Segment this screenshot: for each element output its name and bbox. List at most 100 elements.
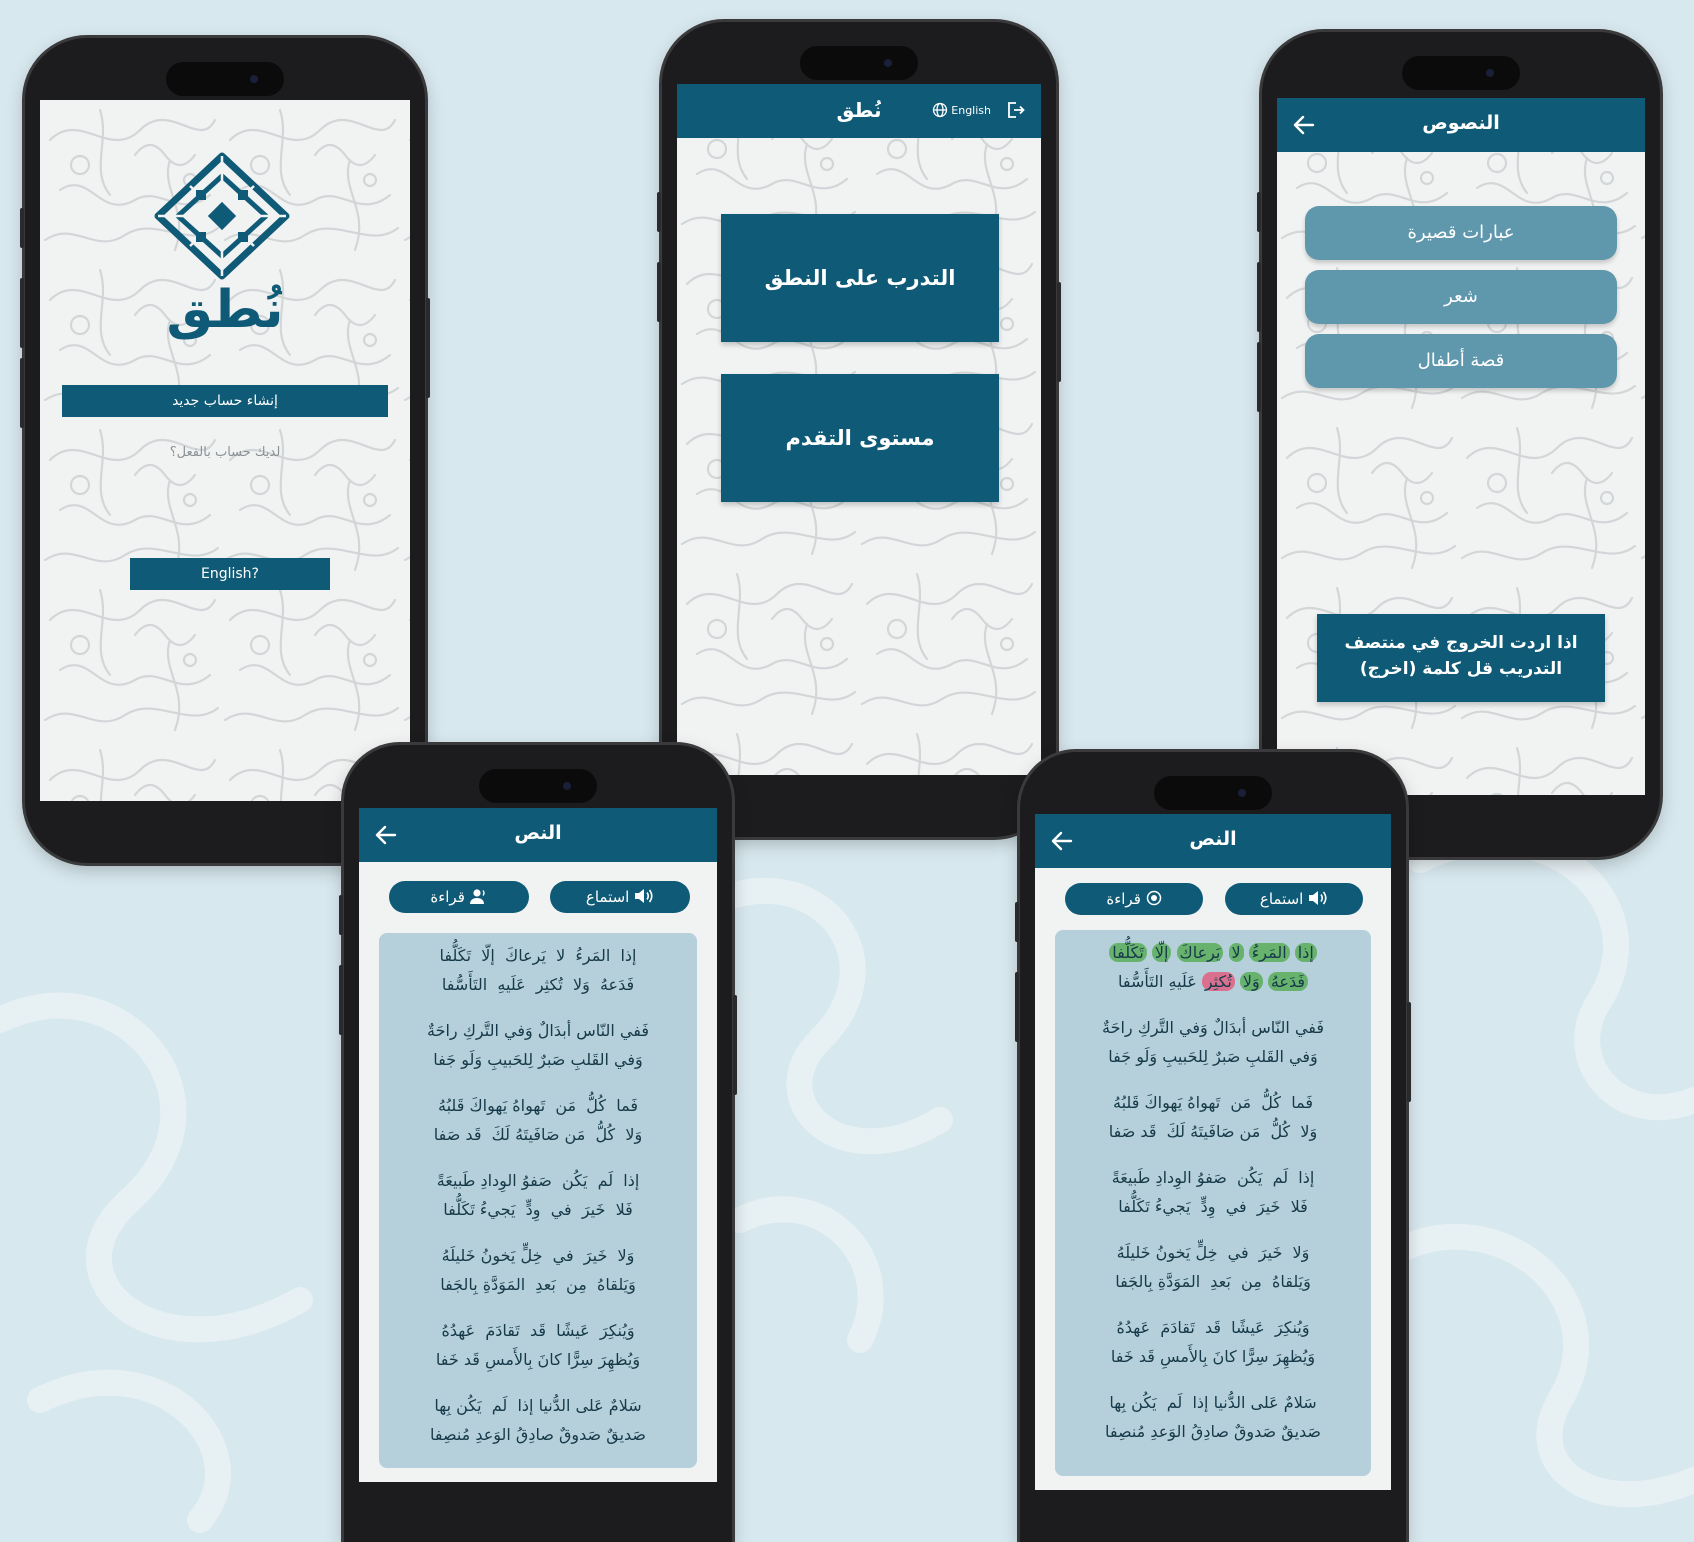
home-app-bar: نُطق English [677, 84, 1041, 138]
poem-line: إذا لَم يَكُن صَفوُ الوِدادِ طَبيعَةً [436, 1171, 640, 1190]
exit-hint-banner: اذا اردت الخروج في منتصف التدريب قل كلمة… [1317, 614, 1605, 702]
phone-texts: النصوص عبارات قصيرة شعر قصة أطفال اذا ار… [1257, 32, 1660, 857]
dynamic-island [800, 46, 918, 80]
globe-icon [933, 102, 948, 118]
poem-stanza: إذا لَم يَكُن صَفوُ الوِدادِ طَبيعَةً فَل… [1055, 1163, 1371, 1221]
progress-button[interactable]: مستوى التقدم [721, 374, 999, 502]
poem-screen: النص قراءة استماع إذا المَرءُ لا يَرعاكَ… [359, 808, 717, 1482]
read-button[interactable]: قراءة [389, 881, 529, 913]
texts-screen: النصوص عبارات قصيرة شعر قصة أطفال اذا ار… [1277, 98, 1645, 795]
side-button [20, 358, 24, 428]
exit-hint-line: اذا اردت الخروج في منتصف [1344, 633, 1578, 653]
create-account-label: إنشاء حساب جديد [172, 393, 278, 409]
english-button[interactable]: English? [130, 558, 330, 590]
side-button [1257, 342, 1261, 412]
side-button [1015, 902, 1019, 942]
side-button [733, 995, 737, 1095]
word-correct: فَدَعهُ [1267, 972, 1308, 991]
category-poetry[interactable]: شعر [1305, 270, 1617, 324]
word-wrong: تُكثِر [1201, 972, 1235, 991]
poem-reading-app-bar: النص [1035, 814, 1391, 868]
login-link[interactable]: لديك حساب بالفعل؟ [40, 445, 410, 460]
progress-label: مستوى التقدم [785, 426, 935, 450]
poem-line: وَلا خَيرَ في خِلٍّ يَخونُ خَليلَهُ [441, 1246, 635, 1265]
poem-line: وَيُنكِرَ عَيشًا قَد تَقادَمَ عَهدُهُ [1116, 1318, 1310, 1337]
category-label: قصة أطفال [1417, 350, 1505, 371]
poem-line: وَلا كُلُّ مَن صَافَيتَهُ لَكَ قَد صَفا [433, 1125, 643, 1144]
read-button[interactable]: قراءة [1065, 883, 1203, 915]
word-correct: تَكَلُّفا [1109, 943, 1147, 962]
side-button [1257, 262, 1261, 332]
language-toggle[interactable]: English [932, 102, 991, 118]
poem-line: إذا لَم يَكُن صَفوُ الوِدادِ طَبيعَةً [1111, 1168, 1315, 1187]
practice-label: التدرب على النطق [764, 266, 956, 290]
poem-stanza: سَلامٌ عَلى الدُّنيا إذا لَم يَكُن بِها ص… [379, 1391, 697, 1449]
poem-line: وَيُظهِرَ سِرًّا كانَ بِالأَمسِ قَد خَفا [435, 1350, 641, 1369]
word-correct: إذا [1294, 943, 1317, 962]
word-correct: وَلا [1239, 972, 1263, 991]
side-button [1257, 192, 1261, 232]
dynamic-island [1154, 776, 1272, 810]
poem-line: وَيُظهِرَ سِرًّا كانَ بِالأَمسِ قَد خَفا [1110, 1347, 1316, 1366]
dynamic-island [166, 62, 284, 96]
poem-line: فَفي النّاس أبدَالٌ وَفي التَّركِ راحَةٌ [427, 1021, 649, 1040]
side-button [1057, 282, 1061, 382]
poem-line: سَلامٌ عَلى الدُّنيا إذا لَم يَكُن بِها [434, 1396, 642, 1415]
listen-button[interactable]: استماع [550, 881, 690, 913]
phone-poem-reading: النص قراءة استماع إذا المَرءُ لا يَرعاكَ… [1015, 752, 1411, 1542]
exit-hint-line: التدريب قل كلمة (اخرج) [1359, 659, 1563, 679]
category-short-phrases[interactable]: عبارات قصيرة [1305, 206, 1617, 260]
language-label: English [951, 103, 991, 117]
phone-poem: النص قراءة استماع إذا المَرءُ لا يَرعاكَ… [339, 745, 737, 1542]
welcome-screen: نُطق إنشاء حساب جديد لديك حساب بالفعل؟ E… [40, 100, 410, 801]
poem-line: وَلا كُلُّ مَن صَافَيتَهُ لَكَ قَد صَفا [1108, 1122, 1318, 1141]
category-kids-story[interactable]: قصة أطفال [1305, 334, 1617, 388]
poem-line: فَما كُلُّ مَن تَهواهُ يَهواكَ قَلبُهُ [1113, 1093, 1313, 1112]
english-button-label: English? [201, 566, 259, 582]
home-screen: نُطق English التدرب على النطق مستوى التق… [677, 84, 1041, 775]
category-label: عبارات قصيرة [1407, 222, 1515, 243]
phone-welcome: نُطق إنشاء حساب جديد لديك حساب بالفعل؟ E… [20, 38, 430, 863]
practice-button[interactable]: التدرب على النطق [721, 214, 999, 342]
poem-line: وَيَلقاهُ مِن بَعدِ المَوَدَّةِ بِالجَفا [1115, 1272, 1311, 1291]
side-button [339, 895, 343, 935]
poem-stanza: فَفي النّاس أبدَالٌ وَفي التَّركِ راحَةٌ… [379, 1016, 697, 1074]
listen-label: استماع [1259, 890, 1304, 908]
side-button [20, 278, 24, 348]
poem-card: إذا المَرءُ لا يَرعاكَ إلّا تَكَلُّفا فَ… [1055, 930, 1371, 1476]
side-button [657, 262, 661, 322]
poem-line: إذا المَرءُ لا يَرعاكَ إلّا تَكَلُّفا [439, 946, 637, 965]
create-account-button[interactable]: إنشاء حساب جديد [62, 385, 388, 417]
poem-stanza: إذا لَم يَكُن صَفوُ الوِدادِ طَبيعَةً فَل… [379, 1166, 697, 1224]
listen-button[interactable]: استماع [1225, 883, 1363, 915]
read-label: قراءة [1106, 890, 1141, 908]
poem-line: فَلا خَيرَ في وِدٍّ يَجيءُ تَكَلُّفا [443, 1200, 633, 1219]
texts-title: النصوص [1422, 112, 1500, 134]
side-button [20, 208, 24, 248]
poem-reading-title: النص [1189, 828, 1237, 850]
poem-stanza: إذا المَرءُ لا يَرعاكَ إلّا تَكَلُّفا فَد… [379, 941, 697, 999]
poem-line: وَفي القَلبِ صَبرٌ لِلحَبيبِ وَلَو جَفا [1108, 1047, 1318, 1066]
poem-line: فَلا خَيرَ في وِدٍّ يَجيءُ تَكَلُّفا [1118, 1197, 1308, 1216]
app-name: نُطق [166, 280, 284, 340]
poem-line: وَفي القَلبِ صَبرٌ لِلحَبيبِ وَلَو جَفا [433, 1050, 643, 1069]
poem-title: النص [514, 822, 562, 844]
speaker-icon [1309, 891, 1327, 905]
category-label: شعر [1444, 286, 1478, 307]
logout-icon[interactable] [1005, 100, 1025, 120]
poem-line: سَلامٌ عَلى الدُّنيا إذا لَم يَكُن بِها [1109, 1393, 1317, 1412]
poem-line: وَلا خَيرَ في خِلٍّ يَخونُ خَليلَهُ [1116, 1243, 1310, 1262]
speaker-icon [635, 889, 653, 903]
word-correct: المَرءُ [1248, 943, 1290, 962]
poem-card: إذا المَرءُ لا يَرعاكَ إلّا تَكَلُّفا فَد… [379, 933, 697, 1468]
word-correct: يَرعاكَ [1176, 943, 1224, 962]
poem-line: وَيَلقاهُ مِن بَعدِ المَوَدَّةِ بِالجَفا [440, 1275, 636, 1294]
user-voice-icon [469, 889, 485, 904]
dynamic-island [1402, 56, 1520, 90]
word-correct: إلّا [1151, 943, 1172, 962]
poem-stanza: فَما كُلُّ مَن تَهواهُ يَهواكَ قَلبُهُ وَ… [1055, 1088, 1371, 1146]
poem-line: صَديقٌ صَدوقٌ صادِقُ الوَعدِ مُنصِفا [1104, 1422, 1322, 1441]
poem-stanza: فَما كُلُّ مَن تَهواهُ يَهواكَ قَلبُهُ وَ… [379, 1091, 697, 1149]
poem-stanza: سَلامٌ عَلى الدُّنيا إذا لَم يَكُن بِها ص… [1055, 1388, 1371, 1446]
poem-stanza-evaluated: إذا المَرءُ لا يَرعاكَ إلّا تَكَلُّفا فَ… [1055, 938, 1371, 996]
